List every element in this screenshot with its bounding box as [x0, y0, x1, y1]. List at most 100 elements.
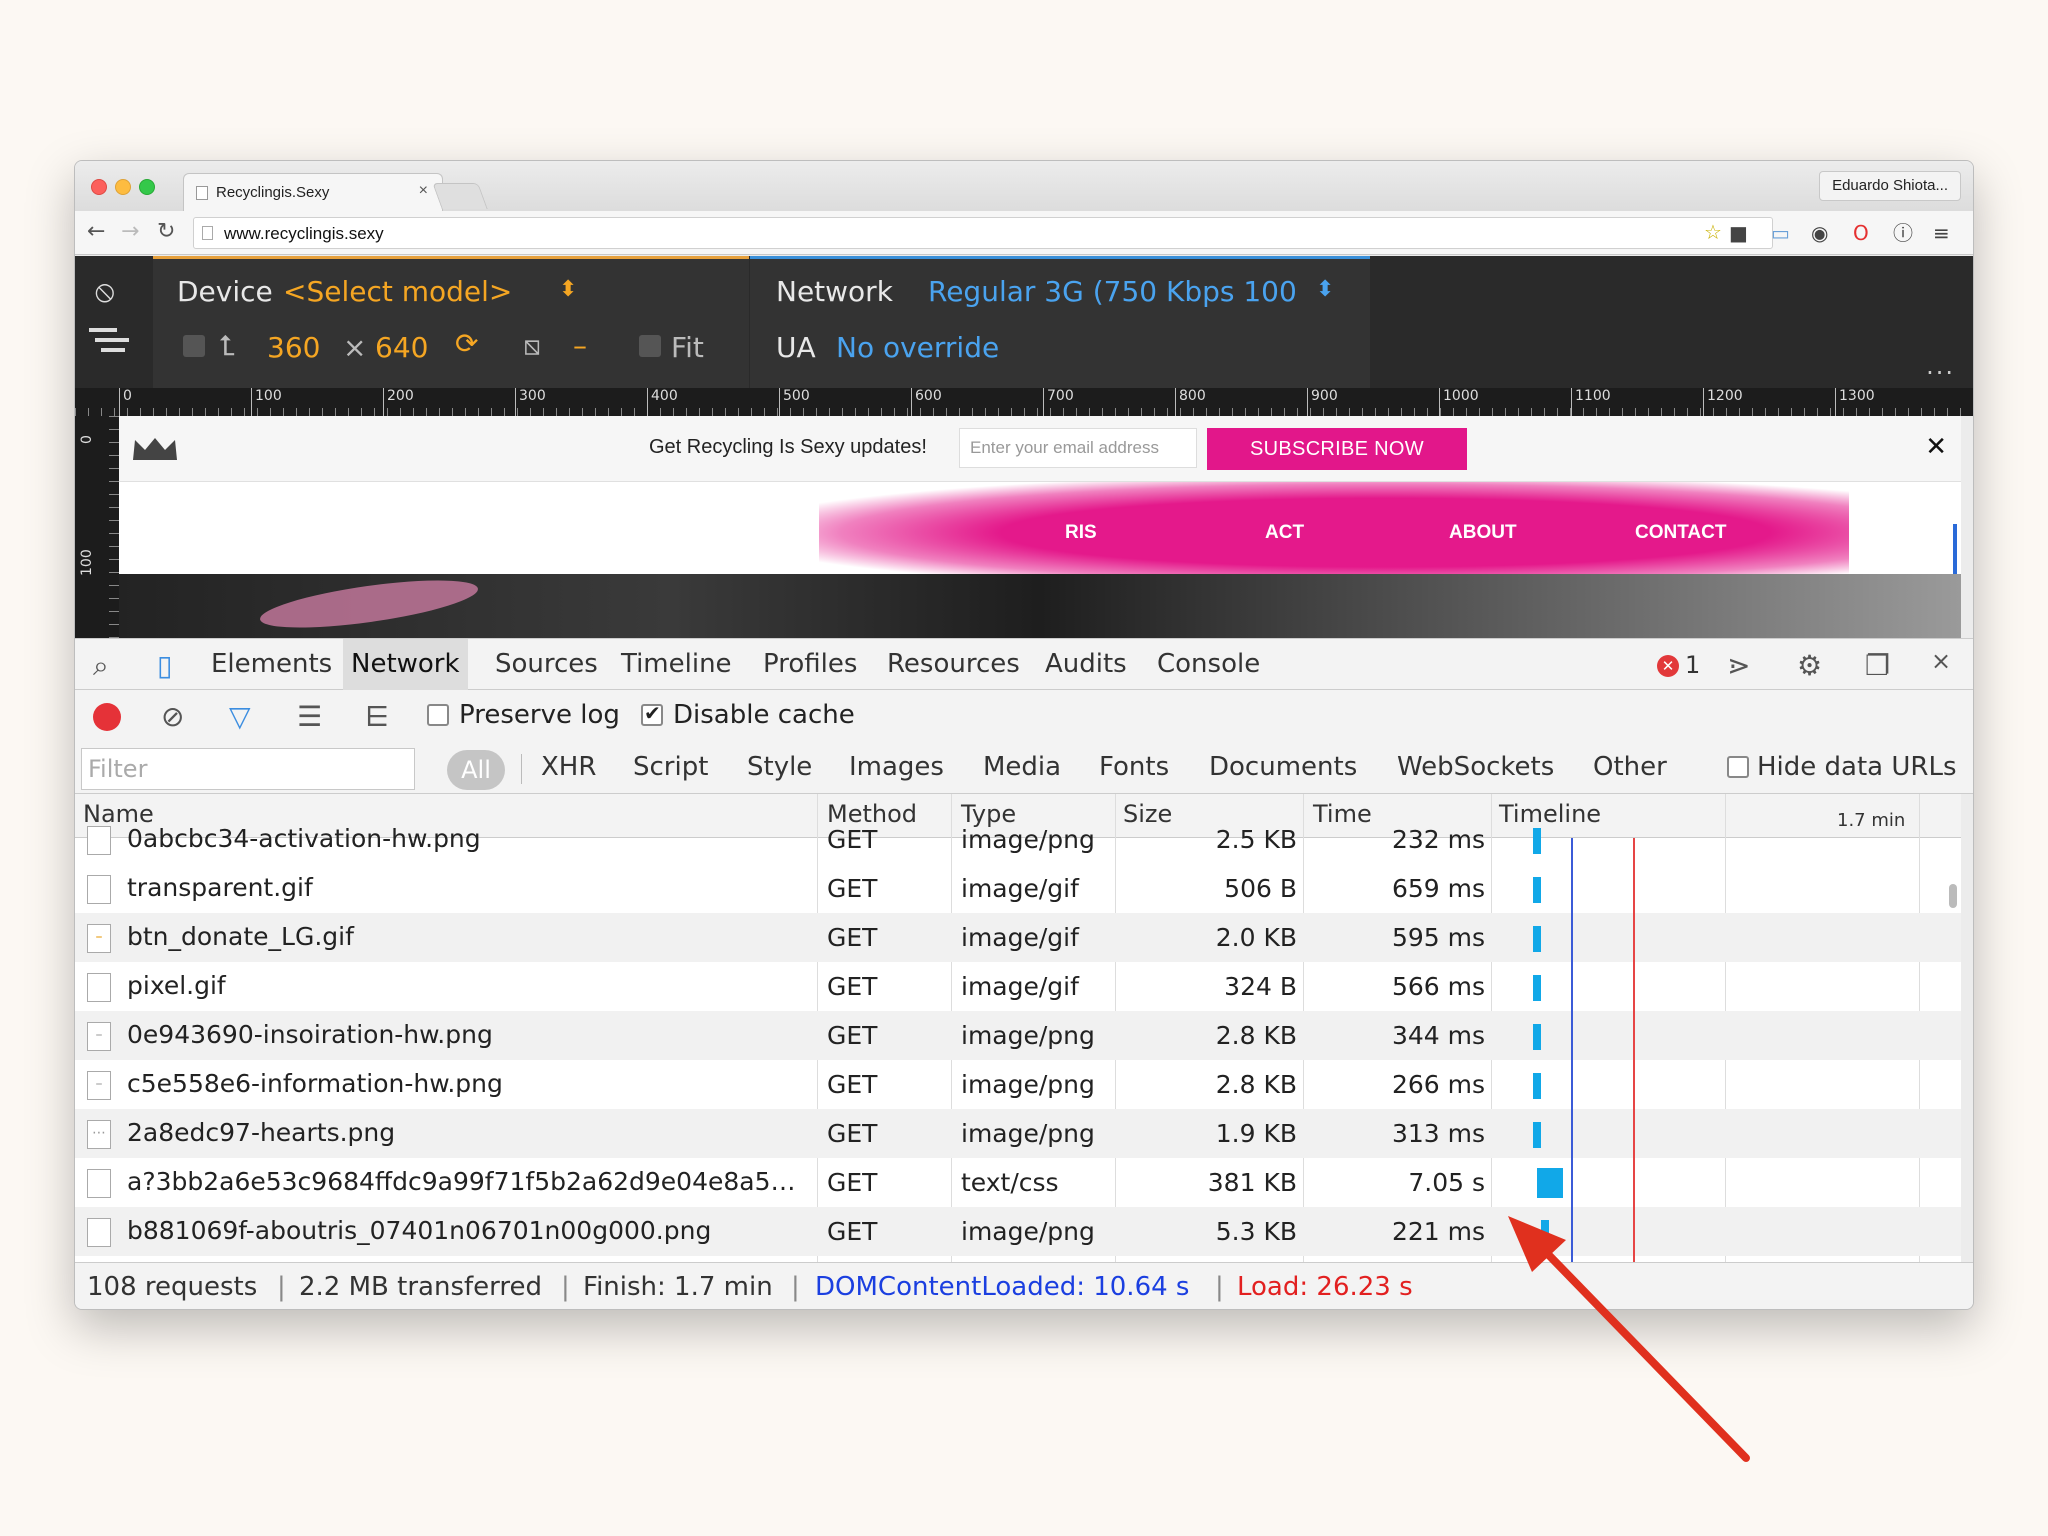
overview-icon[interactable]: ⋿: [365, 700, 389, 733]
minimize-window-button[interactable]: [115, 179, 131, 195]
hide-data-urls-checkbox[interactable]: [1727, 756, 1749, 778]
load-event-marker: [1633, 838, 1635, 1262]
file-icon: [87, 973, 111, 1002]
table-row[interactable]: transparent.gif GET image/gif 506 B 659 …: [75, 864, 1961, 913]
disable-device-mode-icon[interactable]: ⦸: [95, 274, 115, 309]
forward-arrow-icon[interactable]: →: [121, 219, 139, 244]
file-icon: [87, 1218, 111, 1247]
reload-icon[interactable]: ↻: [157, 219, 175, 244]
height-field[interactable]: 640: [375, 331, 428, 364]
network-summary-bar: 108 requests | 2.2 MB transferred | Fini…: [75, 1262, 1973, 1309]
table-row[interactable]: – 0e943690-insoiration-hw.png GET image/…: [75, 1011, 1961, 1060]
device-mode-icon[interactable]: ▯: [157, 649, 172, 682]
console-drawer-icon[interactable]: ⋗: [1727, 649, 1750, 682]
email-field[interactable]: Enter your email address: [959, 428, 1197, 468]
new-tab-button[interactable]: [432, 183, 488, 209]
close-window-button[interactable]: [91, 179, 107, 195]
table-row[interactable]: a?3bb2a6e53c9684ffdc9a99f71f5b2a62d9e04e…: [75, 1158, 1961, 1207]
profile-button[interactable]: Eduardo Shiota...: [1819, 171, 1961, 201]
zoom-window-button[interactable]: [139, 179, 155, 195]
media-queries-icon[interactable]: [89, 328, 129, 356]
type-filter-websockets[interactable]: WebSockets: [1397, 752, 1554, 782]
request-name: transparent.gif: [127, 873, 313, 902]
select-arrows-icon[interactable]: ⬍: [559, 277, 577, 302]
type-filter-documents[interactable]: Documents: [1209, 752, 1357, 782]
opera-icon[interactable]: O: [1853, 221, 1869, 245]
window-extension-icon[interactable]: ▭: [1771, 221, 1790, 245]
request-time: 232 ms: [1391, 825, 1485, 854]
gear-icon[interactable]: ⚙: [1797, 649, 1822, 682]
disable-cache-checkbox[interactable]: [641, 701, 663, 726]
type-filter-images[interactable]: Images: [849, 752, 944, 782]
request-time: 266 ms: [1391, 1070, 1485, 1099]
browser-window: Recyclingis.Sexy × Eduardo Shiota... ← →…: [74, 160, 1974, 1310]
search-icon[interactable]: ⌕: [93, 649, 109, 683]
type-filter-other[interactable]: Other: [1593, 752, 1667, 782]
nav-link-act[interactable]: ACT: [1265, 522, 1304, 544]
close-devtools-icon[interactable]: ×: [1931, 647, 1951, 675]
type-filter-xhr[interactable]: XHR: [541, 752, 596, 782]
info-icon[interactable]: ⓘ: [1893, 221, 1913, 245]
type-filter-media[interactable]: Media: [983, 752, 1061, 782]
scrollbar-thumb[interactable]: [1949, 884, 1957, 908]
error-count[interactable]: 1: [1685, 651, 1700, 679]
table-row[interactable]: 0abcbc34-activation-hw.png GET image/png…: [75, 815, 1961, 864]
large-rows-icon[interactable]: ☰: [297, 700, 322, 733]
error-icon[interactable]: ✕: [1657, 655, 1679, 677]
request-time: 566 ms: [1391, 972, 1485, 1001]
clear-icon[interactable]: ⊘: [161, 700, 184, 733]
subscribe-button[interactable]: SUBSCRIBE NOW: [1207, 428, 1467, 470]
request-size: 2.0 KB: [1215, 923, 1297, 952]
table-row[interactable]: – btn_donate_LG.gif GET image/gif 2.0 KB…: [75, 913, 1961, 962]
filter-input[interactable]: Filter: [81, 748, 415, 790]
nav-link-contact[interactable]: CONTACT: [1635, 522, 1726, 544]
address-bar[interactable]: www.recyclingis.sexy ☆: [193, 217, 1773, 249]
tab-title: Recyclingis.Sexy: [216, 184, 330, 201]
device-model-select[interactable]: <Select model>: [283, 275, 512, 308]
browser-tab[interactable]: Recyclingis.Sexy ×: [183, 173, 443, 211]
tab-audits[interactable]: Audits: [1045, 649, 1127, 679]
rotate-icon[interactable]: ⟳: [455, 327, 478, 360]
type-filter-all[interactable]: All: [447, 750, 505, 790]
nav-link-about[interactable]: ABOUT: [1449, 522, 1517, 544]
tab-sources[interactable]: Sources: [495, 649, 598, 679]
zoom-icon[interactable]: ⧅: [523, 329, 541, 363]
tab-timeline[interactable]: Timeline: [621, 649, 732, 679]
type-filter-style[interactable]: Style: [747, 752, 812, 782]
bookmark-star-icon[interactable]: ☆: [1704, 220, 1722, 244]
close-icon[interactable]: ✕: [1925, 432, 1947, 462]
width-field[interactable]: 360: [267, 331, 320, 364]
nav-link-ris[interactable]: RIS: [1065, 522, 1097, 544]
tab-resources[interactable]: Resources: [887, 649, 1020, 679]
waterfall-bar: [1533, 828, 1541, 854]
emulate-resolution-checkbox[interactable]: [183, 335, 205, 357]
record-button[interactable]: [93, 703, 121, 731]
tab-network[interactable]: Network: [343, 639, 468, 691]
eye-icon[interactable]: ◉: [1811, 221, 1828, 245]
more-options-icon[interactable]: ...: [1926, 352, 1955, 380]
ua-override-value[interactable]: No override: [836, 331, 999, 364]
type-filter-fonts[interactable]: Fonts: [1099, 752, 1169, 782]
tab-profiles[interactable]: Profiles: [763, 649, 857, 679]
swap-dimensions-icon[interactable]: ⮤: [219, 329, 236, 363]
table-row[interactable]: ⋯ 2a8edc97-hearts.png GET image/png 1.9 …: [75, 1109, 1961, 1158]
table-row[interactable]: – c5e558e6-information-hw.png GET image/…: [75, 1060, 1961, 1109]
select-arrows-icon[interactable]: ⬍: [1316, 277, 1334, 302]
menu-icon[interactable]: ≡: [1933, 221, 1950, 245]
tab-elements[interactable]: Elements: [211, 649, 332, 679]
back-arrow-icon[interactable]: ←: [87, 219, 105, 244]
dom-content-loaded-time: DOMContentLoaded: 10.64 s: [815, 1272, 1190, 1302]
website-preview: Get Recycling Is Sexy updates! Enter you…: [119, 416, 1961, 648]
separator: |: [561, 1272, 570, 1302]
type-filter-script[interactable]: Script: [633, 752, 708, 782]
preserve-log-checkbox[interactable]: [427, 704, 449, 726]
table-row[interactable]: pixel.gif GET image/gif 324 B 566 ms: [75, 962, 1961, 1011]
fit-checkbox[interactable]: [639, 335, 661, 357]
extension-icon[interactable]: ■: [1729, 221, 1748, 245]
filter-icon[interactable]: ▽: [229, 700, 251, 733]
tab-close-icon[interactable]: ×: [419, 182, 428, 200]
network-throttle-select[interactable]: Regular 3G (750 Kbps 100: [928, 275, 1297, 308]
tab-console[interactable]: Console: [1157, 649, 1260, 679]
dock-icon[interactable]: ❐: [1865, 649, 1890, 682]
table-row[interactable]: b881069f-aboutris_07401n06701n00g000.png…: [75, 1207, 1961, 1256]
